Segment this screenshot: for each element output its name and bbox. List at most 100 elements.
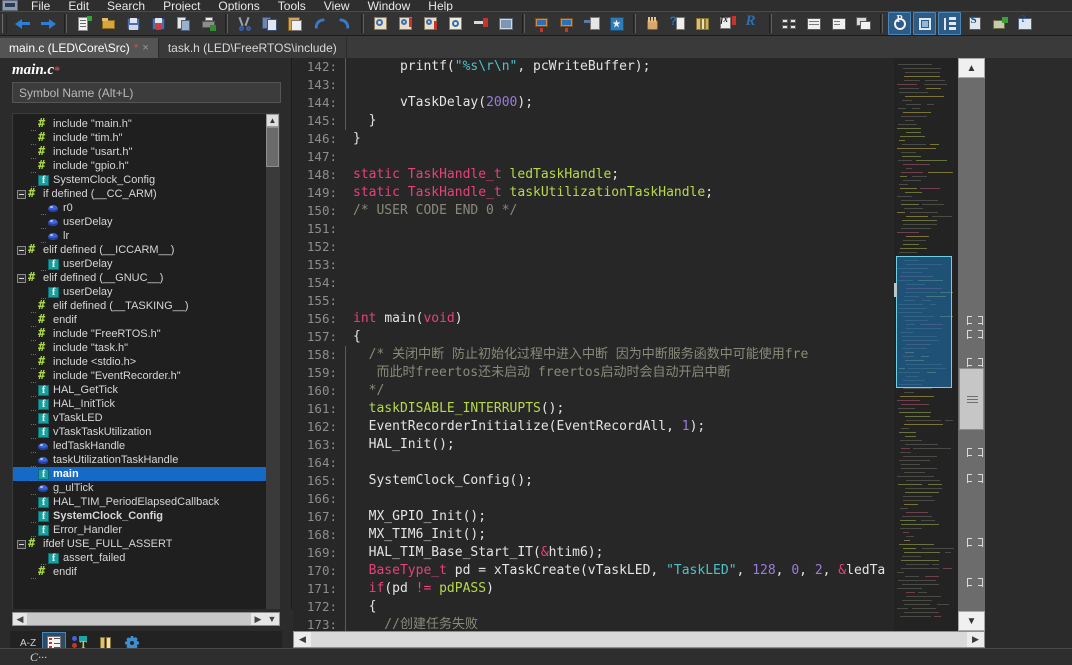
symbol-tree-item[interactable]: userDelay xyxy=(13,215,279,229)
code-line[interactable]: 151: xyxy=(293,220,985,238)
toolbar-find-next-button[interactable] xyxy=(419,12,442,35)
symbol-tree-item[interactable]: HAL_GetTick xyxy=(13,383,279,397)
code-line[interactable]: 156: int main(void) xyxy=(293,310,985,328)
tree-collapse-icon[interactable] xyxy=(17,245,26,255)
toolbar-save-button[interactable] xyxy=(122,12,145,35)
code-line[interactable]: 166: xyxy=(293,490,985,508)
toolbar-clear-bookmarks-button[interactable] xyxy=(580,12,603,35)
code-line[interactable]: 163: HAL_Init(); xyxy=(293,436,985,454)
code-lines[interactable]: 142: printf("%s\r\n", pcWriteBuffer); 143… xyxy=(293,58,985,631)
symbol-tree-item[interactable]: include "FreeRTOS.h" xyxy=(13,326,279,341)
toolbar-open-folder-button[interactable] xyxy=(97,12,120,35)
editor-vscroll-thumb[interactable] xyxy=(959,368,984,430)
minimap-viewport-handle[interactable] xyxy=(894,283,897,297)
tab-main-c-close-icon[interactable]: × xyxy=(142,38,148,58)
code-line[interactable]: 143: xyxy=(293,76,985,94)
tree-collapse-icon[interactable] xyxy=(17,539,26,549)
toolbar-help-question-button[interactable]: ? xyxy=(666,12,689,35)
toolbar-next-bookmark-button[interactable] xyxy=(555,12,578,35)
hscroll-left-icon[interactable]: ◀ xyxy=(13,613,27,625)
code-line[interactable]: 145: } xyxy=(293,112,985,130)
menu-edit[interactable]: Edit xyxy=(59,0,98,11)
symbol-tree-item[interactable]: endif xyxy=(13,312,279,327)
symbol-tree-item[interactable]: taskUtilizationTaskHandle xyxy=(13,453,279,467)
toolbar-project-help-button[interactable]: ? xyxy=(1013,12,1036,35)
symbol-tree-item[interactable]: ledTaskHandle xyxy=(13,439,279,453)
hscroll-right-icon[interactable]: ▶ xyxy=(251,613,265,625)
symbol-tree-item[interactable]: if defined (__CC_ARM) xyxy=(13,186,279,201)
toolbar-tile-windows-button[interactable] xyxy=(777,12,800,35)
toolbar-bookmark-toggle-button[interactable] xyxy=(469,12,492,35)
toolbar-favorite-star-button[interactable] xyxy=(605,12,628,35)
toolbar-simulator-s-button[interactable]: S xyxy=(963,12,986,35)
toolbar-books-button[interactable] xyxy=(691,12,714,35)
editor-hscroll-left-icon[interactable]: ◀ xyxy=(294,632,311,647)
code-line[interactable]: 162: EventRecorderInitialize(EventRecord… xyxy=(293,418,985,436)
symbol-tree-item[interactable]: userDelay xyxy=(13,257,279,271)
symbol-tree-item[interactable]: assert_failed xyxy=(13,551,279,565)
toolbar-vertical-split-button[interactable] xyxy=(827,12,850,35)
toolbar-save-all-button[interactable] xyxy=(147,12,170,35)
editor-scroll-up-icon[interactable]: ▲ xyxy=(958,58,985,78)
code-line[interactable]: 161: taskDISABLE_INTERRUPTS(); xyxy=(293,400,985,418)
symbol-tree-item[interactable]: Error_Handler xyxy=(13,523,279,537)
symbol-tree-item[interactable]: g_ulTick xyxy=(13,481,279,495)
code-line[interactable]: 146:} xyxy=(293,130,985,148)
symbol-tree-item[interactable]: include "tim.h" xyxy=(13,130,279,145)
menu-project[interactable]: Project xyxy=(154,0,209,11)
toolbar-find-magnifier-button[interactable] xyxy=(369,12,392,35)
code-editor[interactable]: 142: printf("%s\r\n", pcWriteBuffer); 143… xyxy=(293,58,985,631)
toolbar-back-arrow-button[interactable] xyxy=(11,12,34,35)
tree-collapse-icon[interactable] xyxy=(17,273,26,283)
symbol-tree-item[interactable]: include "gpio.h" xyxy=(13,158,279,173)
toolbar-configuration-wizard-button[interactable] xyxy=(913,12,936,35)
code-line[interactable]: 142: printf("%s\r\n", pcWriteBuffer); xyxy=(293,58,985,76)
toolbar-find-prev-button[interactable] xyxy=(394,12,417,35)
symbol-tree-item[interactable]: main xyxy=(13,467,279,481)
code-line[interactable]: 172: { xyxy=(293,598,985,616)
toolbar-register-r-button[interactable]: R xyxy=(741,12,764,35)
editor-hscroll-right-icon[interactable]: ▶ xyxy=(967,632,984,647)
minimap-viewport[interactable] xyxy=(894,256,952,388)
toolbar-new-file-button[interactable] xyxy=(72,12,95,35)
symbol-tree-item[interactable]: userDelay xyxy=(13,285,279,299)
symbol-tree-item[interactable]: include "usart.h" xyxy=(13,144,279,159)
menu-search[interactable]: Search xyxy=(98,0,154,11)
scroll-up-icon[interactable]: ▲ xyxy=(266,114,279,127)
toolbar-manage-runtime-button[interactable] xyxy=(938,12,961,35)
code-line[interactable]: 157: { xyxy=(293,328,985,346)
toolbar-copy-button[interactable] xyxy=(258,12,281,35)
toolbar-build-hand-button[interactable] xyxy=(641,12,664,35)
toolbar-paste-button[interactable] xyxy=(283,12,306,35)
code-line[interactable]: 144: vTaskDelay(2000); xyxy=(293,94,985,112)
menu-options[interactable]: Options xyxy=(209,0,268,11)
toolbar-copy-file-button[interactable] xyxy=(172,12,195,35)
symbol-tree-item[interactable]: include <stdio.h> xyxy=(13,354,279,369)
code-line[interactable]: 147: xyxy=(293,148,985,166)
symbol-tree-item[interactable]: include "EventRecorder.h" xyxy=(13,368,279,383)
menu-window[interactable]: Window xyxy=(359,0,420,11)
toolbar-cut-scissors-button[interactable] xyxy=(233,12,256,35)
toolbar-cascade-windows-button[interactable] xyxy=(852,12,875,35)
symbol-tree-item[interactable]: vTaskTaskUtilization xyxy=(13,425,279,439)
toolbar-web-browse-button[interactable] xyxy=(494,12,517,35)
editor-hscroll-track[interactable] xyxy=(311,632,967,647)
code-line[interactable]: 150: /* USER CODE END 0 */ xyxy=(293,202,985,220)
code-line[interactable]: 160: */ xyxy=(293,382,985,400)
code-line[interactable]: 148: static TaskHandle_t ledTaskHandle; xyxy=(293,166,985,184)
code-line[interactable]: 153: xyxy=(293,256,985,274)
toolbar-undo-arrow-button[interactable] xyxy=(308,12,331,35)
code-line[interactable]: 164: xyxy=(293,454,985,472)
symbol-tree-item[interactable]: elif defined (__ICCARM__) xyxy=(13,242,279,257)
toolbar-redo-arrow-button[interactable] xyxy=(333,12,356,35)
tree-collapse-icon[interactable] xyxy=(17,189,26,199)
symbol-tree-scrollbar[interactable]: ▲ xyxy=(266,114,279,657)
code-line[interactable]: 167: MX_GPIO_Init(); xyxy=(293,508,985,526)
hscroll-down-icon[interactable]: ▼ xyxy=(265,613,279,625)
menu-view[interactable]: View xyxy=(315,0,359,11)
toolbar-open-project-button[interactable] xyxy=(988,12,1011,35)
symbol-tree-item[interactable]: lr xyxy=(13,229,279,243)
tab-main-c[interactable]: main.c (LED\Core\Src) * × xyxy=(0,38,159,58)
code-line[interactable]: 154: xyxy=(293,274,985,292)
editor-vscroll-track[interactable] xyxy=(958,78,985,611)
